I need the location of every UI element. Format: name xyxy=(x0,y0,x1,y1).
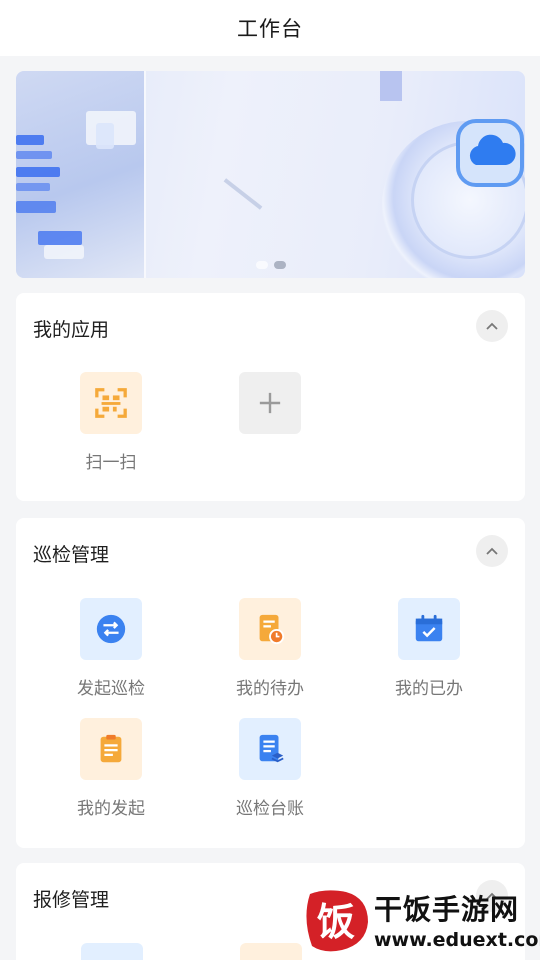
svg-text:饭: 饭 xyxy=(317,900,355,944)
section-title-repair: 报修管理 xyxy=(33,889,110,911)
banner-carousel[interactable] xyxy=(16,71,525,278)
site-watermark: 饭 干饭手游网 www.eduext.com xyxy=(302,888,540,954)
app-inspection-ledger[interactable]: 巡检台账 xyxy=(205,718,335,819)
top-bar: 工作台 xyxy=(0,0,540,56)
document-clock-icon xyxy=(239,598,301,660)
carousel-dot[interactable] xyxy=(255,261,268,269)
app-label: 巡检台账 xyxy=(236,799,304,819)
section-title-my-apps: 我的应用 xyxy=(33,319,110,341)
app-label: 发起巡检 xyxy=(77,679,145,699)
collapse-button[interactable] xyxy=(476,535,508,567)
calendar-check-icon xyxy=(398,598,460,660)
app-start-inspection[interactable]: 发起巡检 xyxy=(46,598,176,699)
app-label: 我的待办 xyxy=(236,679,304,699)
chevron-up-icon xyxy=(486,547,498,555)
switch-arrows-icon xyxy=(80,598,142,660)
app-scan[interactable]: 扫一扫 xyxy=(46,372,176,473)
add-icon xyxy=(239,372,301,434)
watermark-url: www.eduext.com xyxy=(374,929,540,951)
collapse-button[interactable] xyxy=(476,310,508,342)
section-title-inspection: 巡检管理 xyxy=(33,544,110,566)
app-icon-partial[interactable] xyxy=(240,943,302,960)
app-label: 我的已办 xyxy=(395,679,463,699)
clipboard-icon xyxy=(80,718,142,780)
scan-icon xyxy=(80,372,142,434)
chevron-up-icon xyxy=(486,322,498,330)
app-label: 我的发起 xyxy=(77,799,145,819)
app-icon-partial[interactable] xyxy=(81,943,143,960)
watermark-logo: 饭 xyxy=(302,888,372,954)
my-apps-card: 我的应用 扫一扫 xyxy=(16,293,525,501)
carousel-dot-active[interactable] xyxy=(273,261,286,269)
add-app-button[interactable] xyxy=(205,372,335,434)
cloud-icon xyxy=(454,117,525,189)
banner-illustration-left xyxy=(16,71,144,278)
app-my-todo[interactable]: 我的待办 xyxy=(205,598,335,699)
app-my-done[interactable]: 我的已办 xyxy=(364,598,494,699)
carousel-indicator xyxy=(16,261,525,269)
inspection-management-card: 巡检管理 发起巡检 我的待办 我的已办 我的发起 巡检台账 xyxy=(16,518,525,848)
ledger-icon xyxy=(239,718,301,780)
app-my-initiated[interactable]: 我的发起 xyxy=(46,718,176,819)
watermark-text: 干饭手游网 xyxy=(374,893,520,926)
app-label: 扫一扫 xyxy=(85,453,137,473)
page-title: 工作台 xyxy=(237,17,303,41)
